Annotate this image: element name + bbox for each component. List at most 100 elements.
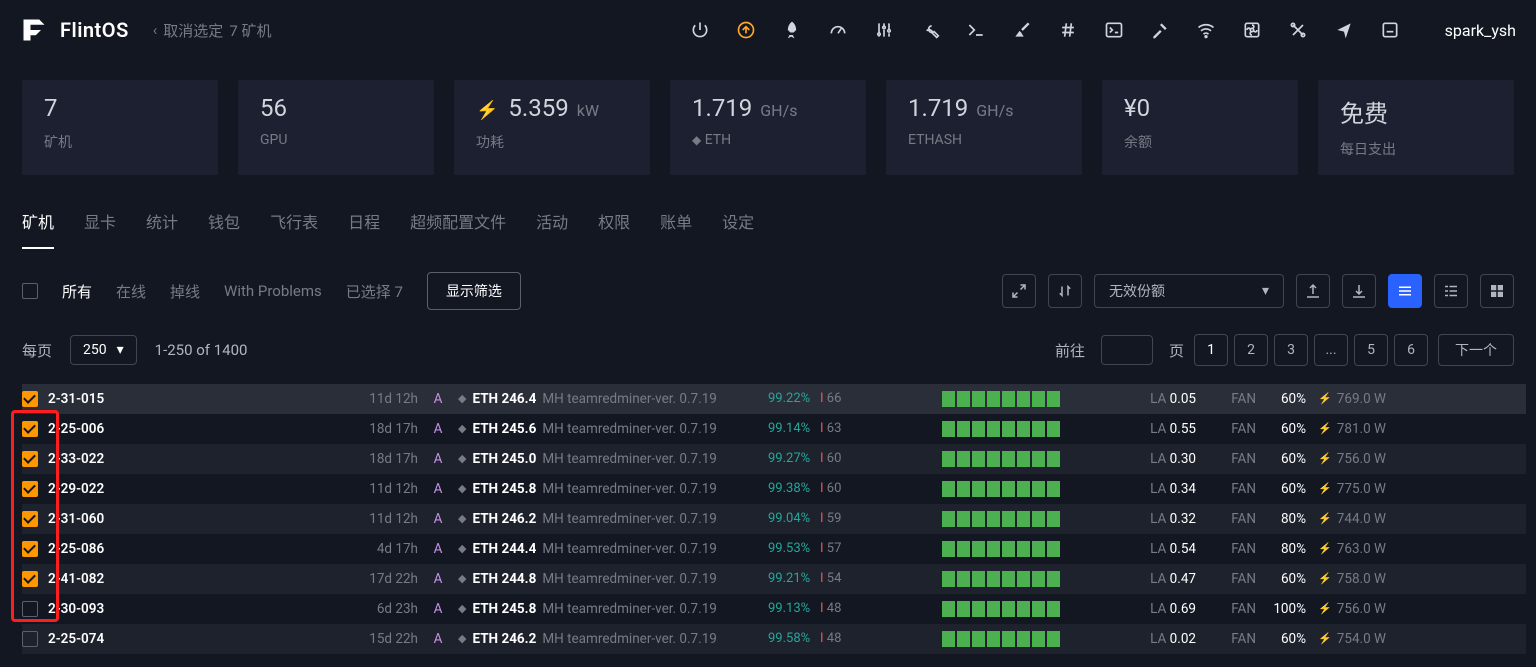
gpu-bar-icon bbox=[942, 601, 955, 617]
miner-name: 2-25-006 bbox=[48, 421, 348, 437]
gpu-bars bbox=[852, 421, 1132, 437]
gpu-bar-icon bbox=[1002, 511, 1015, 527]
hashrate: ◆ ETH 245.6 MH teamredminer-ver. 0.7.19 bbox=[458, 421, 768, 437]
table-row[interactable]: 2-41-08217d 22hA◆ ETH 244.8 MH teamredmi… bbox=[22, 564, 1526, 594]
gauge-icon[interactable] bbox=[827, 19, 849, 41]
rocket-icon[interactable] bbox=[781, 19, 803, 41]
table-row[interactable]: 2-25-07415d 22hA◆ ETH 246.2 MH teamredmi… bbox=[22, 624, 1526, 654]
gpu-bar-icon bbox=[957, 631, 970, 647]
page-2[interactable]: 2 bbox=[1234, 334, 1268, 366]
row-checkbox[interactable] bbox=[22, 421, 38, 437]
gpu-bar-icon bbox=[957, 541, 970, 557]
invalid-shares: I 66 bbox=[820, 391, 852, 406]
grade: A bbox=[418, 511, 458, 527]
tab-4[interactable]: 飞行表 bbox=[270, 209, 318, 249]
view-grid-icon[interactable] bbox=[1480, 274, 1514, 308]
table-row[interactable]: 2-30-0936d 23hA◆ ETH 245.8 MH teamredmin… bbox=[22, 594, 1526, 624]
per-page-select[interactable]: 250 ▾ bbox=[70, 335, 137, 365]
next-page-button[interactable]: 下一个 bbox=[1438, 334, 1514, 366]
wrench-icon[interactable] bbox=[919, 19, 941, 41]
table-row[interactable]: 2-33-02218d 17hA◆ ETH 245.0 MH teamredmi… bbox=[22, 444, 1526, 474]
card-label: 矿机 bbox=[44, 132, 196, 152]
filter-problems[interactable]: With Problems bbox=[224, 282, 322, 300]
broom-icon[interactable] bbox=[1011, 19, 1033, 41]
bolt-icon: ⚡ bbox=[1318, 632, 1332, 645]
show-filter-button[interactable]: 显示筛选 bbox=[427, 272, 521, 310]
gpu-bar-icon bbox=[957, 571, 970, 587]
gpu-bar-icon bbox=[987, 511, 1000, 527]
load-avg: LA 0.05 bbox=[1132, 391, 1196, 407]
download-icon[interactable] bbox=[1342, 274, 1376, 308]
row-checkbox[interactable] bbox=[22, 511, 38, 527]
page-5[interactable]: 5 bbox=[1354, 334, 1388, 366]
selection-breadcrumb[interactable]: ‹ 取消选定 7 矿机 bbox=[153, 20, 272, 41]
miner-name: 2-31-015 bbox=[48, 391, 348, 407]
gpu-bar-icon bbox=[942, 511, 955, 527]
sort-toggle-icon[interactable] bbox=[1048, 274, 1082, 308]
page-1[interactable]: 1 bbox=[1194, 334, 1228, 366]
gpu-bar-icon bbox=[1002, 541, 1015, 557]
stat-card: 1.719GH/sETHASH bbox=[886, 80, 1082, 175]
page-...[interactable]: ... bbox=[1314, 334, 1348, 366]
hash-icon[interactable] bbox=[1057, 19, 1079, 41]
row-checkbox[interactable] bbox=[22, 541, 38, 557]
tab-0[interactable]: 矿机 bbox=[22, 209, 54, 249]
filter-all[interactable]: 所有 bbox=[62, 281, 92, 302]
gpu-bar-icon bbox=[972, 511, 985, 527]
tools-icon[interactable] bbox=[1287, 19, 1309, 41]
expand-icon[interactable] bbox=[1002, 274, 1036, 308]
tab-10[interactable]: 设定 bbox=[722, 209, 754, 249]
card-value: 1.719 bbox=[908, 94, 968, 122]
row-checkbox[interactable] bbox=[22, 631, 38, 647]
wifi-icon[interactable] bbox=[1195, 19, 1217, 41]
eth-icon: ◆ bbox=[458, 512, 466, 525]
table-row[interactable]: 2-25-0864d 17hA◆ ETH 244.4 MH teamredmin… bbox=[22, 534, 1526, 564]
tab-1[interactable]: 显卡 bbox=[84, 209, 116, 249]
row-checkbox[interactable] bbox=[22, 571, 38, 587]
tab-5[interactable]: 日程 bbox=[348, 209, 380, 249]
select-all-checkbox[interactable] bbox=[22, 283, 38, 299]
view-list-icon[interactable] bbox=[1388, 274, 1422, 308]
row-checkbox[interactable] bbox=[22, 451, 38, 467]
upgrade-icon[interactable] bbox=[735, 19, 757, 41]
table-row[interactable]: 2-31-06011d 12hA◆ ETH 246.2 MH teamredmi… bbox=[22, 504, 1526, 534]
row-checkbox[interactable] bbox=[22, 481, 38, 497]
view-detail-icon[interactable] bbox=[1434, 274, 1468, 308]
table-row[interactable]: 2-29-02211d 12hA◆ ETH 245.8 MH teamredmi… bbox=[22, 474, 1526, 504]
tab-2[interactable]: 统计 bbox=[146, 209, 178, 249]
gpu-bar-icon bbox=[942, 391, 955, 407]
filter-online[interactable]: 在线 bbox=[116, 281, 146, 302]
card-label: GPU bbox=[260, 132, 412, 148]
tab-8[interactable]: 权限 bbox=[598, 209, 630, 249]
sort-select[interactable]: 无效份额 ▾ bbox=[1094, 274, 1284, 308]
fan-icon[interactable] bbox=[1241, 19, 1263, 41]
row-checkbox[interactable] bbox=[22, 391, 38, 407]
share-icon[interactable] bbox=[1333, 19, 1355, 41]
upload-icon[interactable] bbox=[1296, 274, 1330, 308]
goto-input[interactable] bbox=[1101, 335, 1153, 365]
hashrate: ◆ ETH 245.0 MH teamredminer-ver. 0.7.19 bbox=[458, 451, 768, 467]
invalid-shares: I 48 bbox=[820, 631, 852, 646]
minimize-icon[interactable] bbox=[1379, 19, 1401, 41]
page-3[interactable]: 3 bbox=[1274, 334, 1308, 366]
console-icon[interactable] bbox=[1103, 19, 1125, 41]
table-row[interactable]: 2-25-00618d 17hA◆ ETH 245.6 MH teamredmi… bbox=[22, 414, 1526, 444]
tab-6[interactable]: 超频配置文件 bbox=[410, 209, 506, 249]
terminal-icon[interactable] bbox=[965, 19, 987, 41]
tab-9[interactable]: 账单 bbox=[660, 209, 692, 249]
filter-offline[interactable]: 掉线 bbox=[170, 281, 200, 302]
row-checkbox[interactable] bbox=[22, 601, 38, 617]
username[interactable]: spark_ysh bbox=[1445, 21, 1516, 40]
gpu-bar-icon bbox=[1032, 571, 1045, 587]
fan-label: FAN bbox=[1196, 451, 1256, 467]
sliders-icon[interactable] bbox=[873, 19, 895, 41]
page-6[interactable]: 6 bbox=[1394, 334, 1428, 366]
tab-7[interactable]: 活动 bbox=[536, 209, 568, 249]
pickaxe-icon[interactable] bbox=[1149, 19, 1171, 41]
filter-selected[interactable]: 已选择 7 bbox=[346, 281, 403, 302]
tab-3[interactable]: 钱包 bbox=[208, 209, 240, 249]
gpu-bar-icon bbox=[1047, 571, 1060, 587]
gpu-bar-icon bbox=[1002, 571, 1015, 587]
power-icon[interactable] bbox=[689, 19, 711, 41]
table-row[interactable]: 2-31-01511d 12hA◆ ETH 246.4 MH teamredmi… bbox=[22, 384, 1526, 414]
